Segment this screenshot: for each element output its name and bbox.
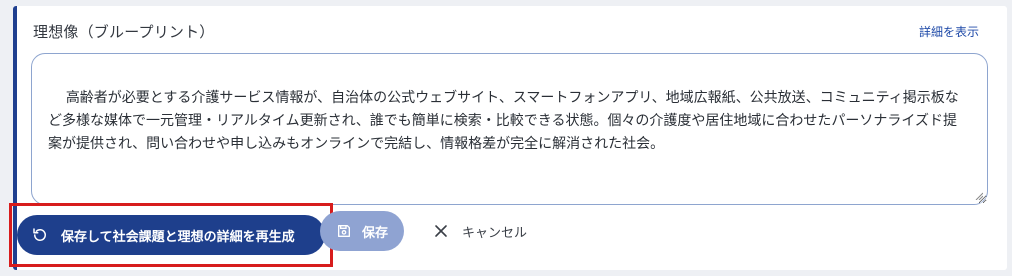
close-icon [434, 224, 448, 238]
cancel-label: キャンセル [462, 224, 528, 240]
show-details-link[interactable]: 詳細を表示 [919, 23, 979, 40]
save-icon [336, 223, 352, 239]
save-label: 保存 [361, 224, 388, 240]
resize-handle-icon[interactable] [975, 192, 983, 200]
blueprint-text: 高齢者が必要とする介護サービス情報が、自治体の公式ウェブサイト、スマートフォンア… [48, 90, 959, 152]
blueprint-textarea[interactable]: 高齢者が必要とする介護サービス情報が、自治体の公式ウェブサイト、スマートフォンア… [31, 53, 988, 205]
refresh-icon [31, 226, 49, 244]
cancel-button[interactable]: キャンセル [426, 211, 535, 251]
save-and-regenerate-button[interactable]: 保存して社会課題と理想の詳細を再生成 [17, 215, 325, 255]
save-button[interactable]: 保存 [320, 211, 404, 251]
regenerate-highlight-frame: 保存して社会課題と理想の詳細を再生成 [9, 203, 333, 267]
regenerate-label: 保存して社会課題と理想の詳細を再生成 [61, 228, 295, 244]
section-title: 理想像（ブループリント） [33, 23, 215, 41]
